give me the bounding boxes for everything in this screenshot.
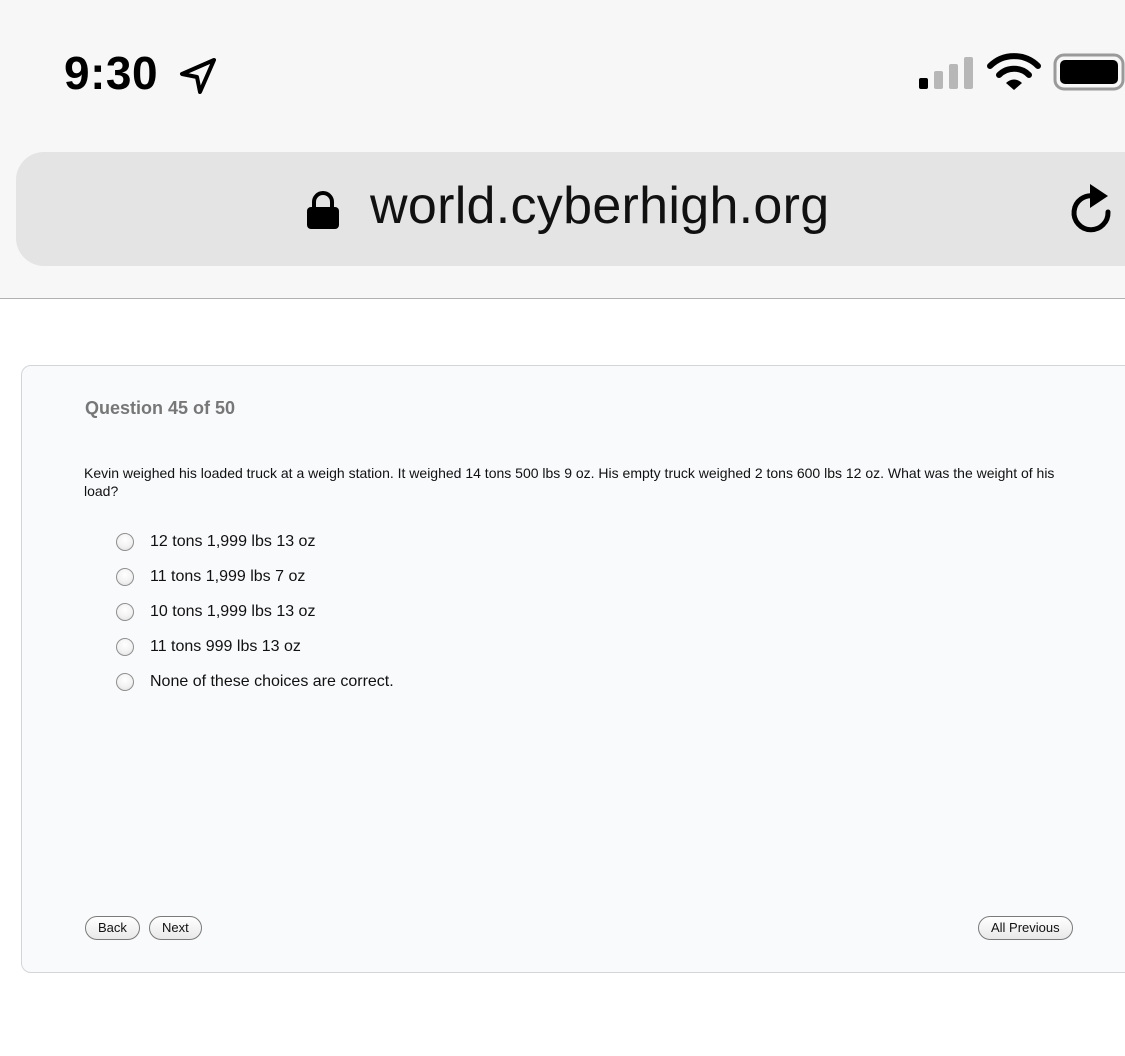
status-time: 9:30: [64, 47, 159, 99]
lock-icon: [307, 191, 339, 229]
url-text[interactable]: world.cyberhigh.org: [370, 176, 829, 236]
choice-label: 10 tons 1,999 lbs 13 oz: [150, 602, 316, 620]
answer-choice[interactable]: 12 tons 1,999 lbs 13 oz: [116, 524, 394, 559]
answer-choices: 12 tons 1,999 lbs 13 oz 11 tons 1,999 lb…: [116, 524, 394, 699]
radio-button[interactable]: [116, 567, 134, 586]
choice-label: 12 tons 1,999 lbs 13 oz: [150, 532, 316, 550]
battery-icon: [1053, 53, 1125, 91]
answer-choice[interactable]: None of these choices are correct.: [116, 664, 394, 699]
question-text: Kevin weighed his loaded truck at a weig…: [84, 465, 1055, 499]
location-arrow-icon: [180, 58, 216, 94]
back-button[interactable]: Back: [85, 916, 140, 940]
radio-button[interactable]: [116, 637, 134, 656]
reload-icon[interactable]: [1064, 180, 1120, 238]
quiz-card: Question 45 of 50 Kevin weighed his load…: [21, 365, 1125, 973]
next-button[interactable]: Next: [149, 916, 202, 940]
choice-label: 11 tons 999 lbs 13 oz: [150, 637, 301, 655]
choice-label: 11 tons 1,999 lbs 7 oz: [150, 567, 306, 585]
radio-button[interactable]: [116, 532, 134, 551]
wifi-icon: [987, 53, 1041, 90]
all-previous-button[interactable]: All Previous: [978, 916, 1073, 940]
answer-choice[interactable]: 11 tons 999 lbs 13 oz: [116, 629, 394, 664]
radio-button[interactable]: [116, 602, 134, 621]
browser-chrome: 9:30 world.cyberhigh.org: [0, 0, 1125, 299]
radio-button[interactable]: [116, 672, 134, 691]
question-counter: Question 45 of 50: [85, 398, 236, 418]
choice-label: None of these choices are correct.: [150, 672, 394, 690]
answer-choice[interactable]: 10 tons 1,999 lbs 13 oz: [116, 594, 394, 629]
signal-icon: [919, 57, 973, 89]
answer-choice[interactable]: 11 tons 1,999 lbs 7 oz: [116, 559, 394, 594]
